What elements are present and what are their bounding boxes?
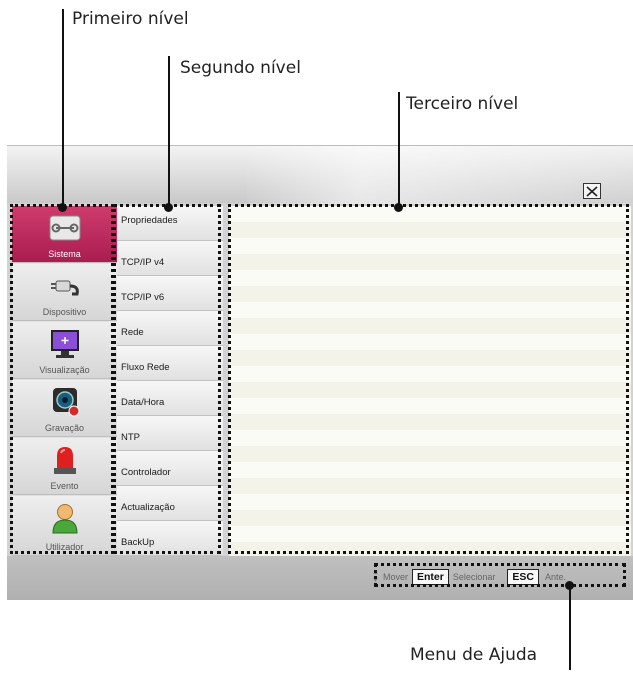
first-level-callout: Primeiro nível bbox=[72, 9, 189, 29]
help-menu-pointer-dot bbox=[565, 581, 574, 590]
help-menu-callout: Menu de Ajuda bbox=[410, 645, 538, 665]
title-bar bbox=[7, 145, 633, 204]
first-level-pointer-dot bbox=[58, 203, 67, 212]
second-level-pointer-dot bbox=[164, 203, 173, 212]
first-level-highlight bbox=[10, 204, 114, 554]
third-level-highlight bbox=[228, 204, 629, 554]
help-menu-highlight bbox=[374, 563, 626, 587]
help-menu-pointer bbox=[569, 585, 571, 670]
second-level-pointer bbox=[168, 56, 170, 207]
third-level-callout: Terceiro nível bbox=[406, 94, 519, 114]
close-x-icon[interactable] bbox=[583, 183, 601, 199]
first-level-pointer bbox=[62, 9, 64, 207]
second-level-callout: Segundo nível bbox=[180, 58, 301, 78]
third-level-pointer-dot bbox=[394, 203, 403, 212]
third-level-pointer bbox=[398, 92, 400, 207]
second-level-highlight bbox=[113, 204, 221, 554]
